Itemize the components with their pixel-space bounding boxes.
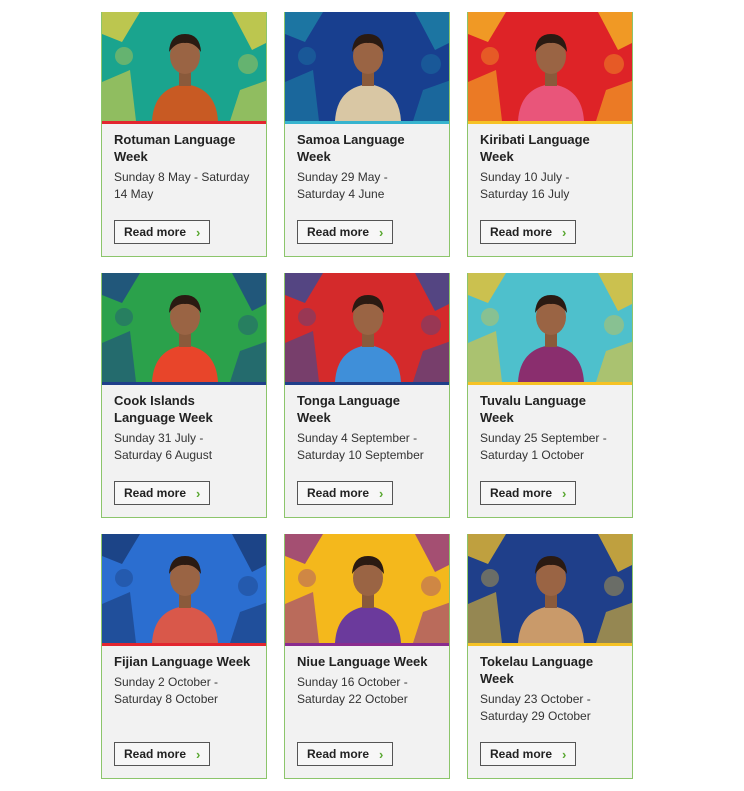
read-more-button[interactable]: Read more › (297, 481, 394, 505)
chevron-right-icon: › (562, 746, 567, 762)
person-photo (102, 534, 266, 643)
card-title: Cook Islands Language Week (114, 393, 213, 425)
person-photo (102, 273, 266, 382)
card-title: Tonga Language Week (297, 393, 401, 425)
card-body: Tuvalu Language Week Sunday 25 September … (468, 385, 632, 517)
card-body: Cook Islands Language Week Sunday 31 July… (102, 385, 266, 517)
card-dates: Sunday 10 July - Saturday 16 July (480, 170, 570, 201)
read-more-button[interactable]: Read more › (480, 220, 577, 244)
chevron-right-icon: › (196, 485, 201, 501)
card-body: Tonga Language Week Sunday 4 September - … (285, 385, 449, 517)
read-more-label: Read more (307, 747, 370, 761)
read-more-button[interactable]: Read more › (114, 220, 211, 244)
card-body: Tokelau Language Week Sunday 23 October -… (468, 646, 632, 778)
read-more-button[interactable]: Read more › (480, 481, 577, 505)
card-body: Kiribati Language Week Sunday 10 July - S… (468, 124, 632, 256)
card-body: Niue Language Week Sunday 16 October - Sa… (285, 646, 449, 778)
language-week-card: Tokelau Language Week Sunday 23 October -… (467, 534, 633, 779)
read-more-button[interactable]: Read more › (114, 481, 211, 505)
read-more-label: Read more (307, 486, 370, 500)
language-week-card: Tonga Language Week Sunday 4 September - … (284, 273, 450, 518)
read-more-label: Read more (490, 747, 553, 761)
card-dates: Sunday 29 May - Saturday 4 June (297, 170, 388, 201)
language-week-card: Rotuman Language Week Sunday 8 May - Satu… (101, 12, 267, 257)
read-more-label: Read more (490, 486, 553, 500)
card-dates: Sunday 31 July - Saturday 6 August (114, 431, 213, 462)
card-dates: Sunday 16 October - Saturday 22 October (297, 675, 408, 706)
card-body: Samoa Language Week Sunday 29 May - Satur… (285, 124, 449, 256)
language-weeks-grid: Rotuman Language Week Sunday 8 May - Satu… (101, 12, 633, 779)
read-more-label: Read more (124, 486, 187, 500)
chevron-right-icon: › (379, 485, 384, 501)
card-dates: Sunday 25 September - Saturday 1 October (480, 431, 607, 462)
read-more-label: Read more (124, 747, 187, 761)
chevron-right-icon: › (379, 746, 384, 762)
card-dates: Sunday 4 September - Saturday 10 Septemb… (297, 431, 424, 462)
read-more-button[interactable]: Read more › (114, 742, 211, 766)
card-body: Fijian Language Week Sunday 2 October - S… (102, 646, 266, 778)
chevron-right-icon: › (379, 224, 384, 240)
card-dates: Sunday 23 October - Saturday 29 October (480, 692, 591, 723)
read-more-label: Read more (490, 225, 553, 239)
language-week-card: Fijian Language Week Sunday 2 October - S… (101, 534, 267, 779)
language-week-card: Tuvalu Language Week Sunday 25 September … (467, 273, 633, 518)
card-title: Tokelau Language Week (480, 654, 594, 686)
card-dates: Sunday 2 October - Saturday 8 October (114, 675, 219, 706)
card-title: Fijian Language Week (114, 654, 251, 669)
card-title: Tuvalu Language Week (480, 393, 586, 425)
card-title: Niue Language Week (297, 654, 428, 669)
person-photo (468, 273, 632, 382)
card-title: Samoa Language Week (297, 132, 405, 164)
language-week-card: Samoa Language Week Sunday 29 May - Satur… (284, 12, 450, 257)
chevron-right-icon: › (562, 485, 567, 501)
person-photo (285, 534, 449, 643)
card-body: Rotuman Language Week Sunday 8 May - Satu… (102, 124, 266, 256)
read-more-button[interactable]: Read more › (297, 220, 394, 244)
person-photo (468, 534, 632, 643)
card-title: Kiribati Language Week (480, 132, 590, 164)
read-more-label: Read more (307, 225, 370, 239)
chevron-right-icon: › (562, 224, 567, 240)
read-more-button[interactable]: Read more › (297, 742, 394, 766)
language-week-card: Niue Language Week Sunday 16 October - Sa… (284, 534, 450, 779)
read-more-label: Read more (124, 225, 187, 239)
card-title: Rotuman Language Week (114, 132, 236, 164)
chevron-right-icon: › (196, 224, 201, 240)
card-dates: Sunday 8 May - Saturday 14 May (114, 170, 250, 201)
read-more-button[interactable]: Read more › (480, 742, 577, 766)
person-photo (285, 273, 449, 382)
person-photo (285, 12, 449, 121)
person-photo (468, 12, 632, 121)
language-week-card: Cook Islands Language Week Sunday 31 July… (101, 273, 267, 518)
person-photo (102, 12, 266, 121)
language-week-card: Kiribati Language Week Sunday 10 July - S… (467, 12, 633, 257)
chevron-right-icon: › (196, 746, 201, 762)
